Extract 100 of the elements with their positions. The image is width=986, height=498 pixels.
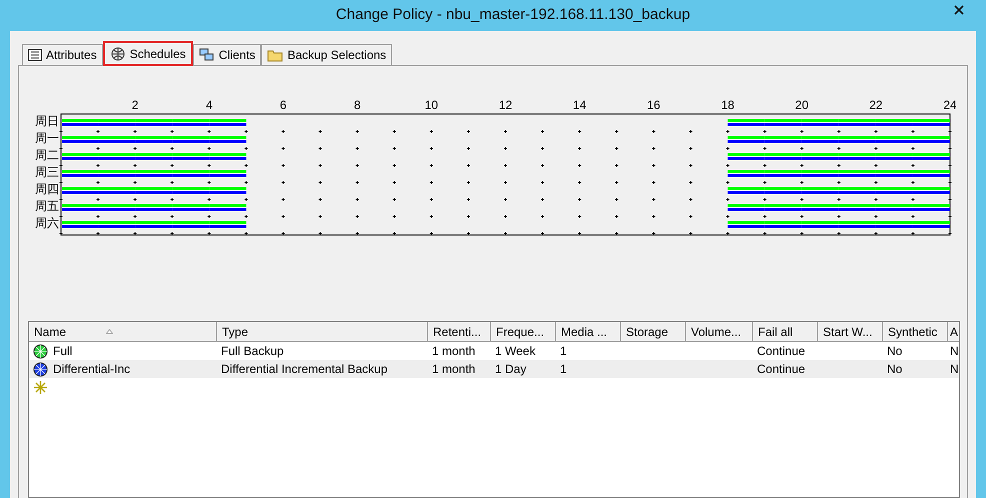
schedule-window-segment[interactable] — [728, 170, 765, 177]
column-header[interactable]: Volume... — [686, 322, 753, 341]
schedule-window-segment[interactable] — [838, 119, 876, 126]
schedule-window-segment[interactable] — [135, 204, 172, 211]
column-header[interactable]: Media ... — [556, 322, 621, 341]
column-header[interactable]: Synthetic — [883, 322, 948, 341]
schedule-window-segment[interactable] — [728, 204, 765, 211]
tab[interactable]: Schedules — [102, 41, 193, 66]
schedule-window-segment[interactable] — [62, 170, 98, 177]
schedule-window-segment[interactable] — [62, 204, 98, 211]
schedule-window-segment[interactable] — [876, 119, 913, 126]
schedule-window-segment[interactable] — [98, 221, 136, 228]
column-header[interactable]: Fail all — [753, 322, 818, 341]
schedule-window-segment[interactable] — [802, 153, 839, 160]
schedule-window-segment[interactable] — [764, 187, 802, 194]
schedule-window-segment[interactable] — [876, 204, 913, 211]
schedule-window-segment[interactable] — [98, 136, 136, 143]
schedule-window-segment[interactable] — [209, 119, 246, 126]
hour-tick — [910, 146, 915, 150]
schedule-window-segment[interactable] — [764, 136, 802, 143]
schedule-window-segment[interactable] — [802, 170, 839, 177]
schedule-window-segment[interactable] — [98, 204, 136, 211]
schedule-window-segment[interactable] — [802, 119, 839, 126]
schedule-window-segment[interactable] — [728, 187, 765, 194]
schedule-window-segment[interactable] — [172, 170, 210, 177]
tab[interactable]: Backup Selections — [261, 44, 392, 65]
schedule-window-segment[interactable] — [838, 136, 876, 143]
schedule-window-segment[interactable] — [209, 153, 246, 160]
schedule-window-segment[interactable] — [209, 187, 246, 194]
schedule-window-segment[interactable] — [98, 119, 136, 126]
schedule-window-segment[interactable] — [802, 187, 839, 194]
schedule-window-segment[interactable] — [912, 119, 950, 126]
schedule-window-segment[interactable] — [838, 187, 876, 194]
schedule-window-segment[interactable] — [209, 221, 246, 228]
schedule-window-segment[interactable] — [876, 153, 913, 160]
column-header[interactable]: Retenti... — [428, 322, 491, 341]
column-header[interactable]: Name — [29, 322, 217, 341]
schedule-window-segment[interactable] — [728, 136, 765, 143]
table-cell-text: 1 month — [432, 343, 476, 360]
schedule-window-segment[interactable] — [98, 187, 136, 194]
schedule-window-segment[interactable] — [876, 136, 913, 143]
schedule-window-segment[interactable] — [98, 170, 136, 177]
schedule-window-segment[interactable] — [62, 136, 98, 143]
column-header[interactable]: Start W... — [818, 322, 883, 341]
schedule-window-segment[interactable] — [838, 153, 876, 160]
table-cell-text: Differential-Inc — [53, 361, 130, 378]
schedule-window-segment[interactable] — [764, 170, 802, 177]
schedule-window-segment[interactable] — [802, 221, 839, 228]
day-label: 周四 — [35, 182, 59, 196]
schedule-window-segment[interactable] — [172, 136, 210, 143]
schedule-window-segment[interactable] — [838, 170, 876, 177]
schedule-window-segment[interactable] — [135, 170, 172, 177]
schedule-window-segment[interactable] — [838, 221, 876, 228]
column-header[interactable]: Storage — [621, 322, 686, 341]
column-header[interactable]: Type — [217, 322, 428, 341]
schedule-window-segment[interactable] — [802, 204, 839, 211]
schedule-window-segment[interactable] — [98, 153, 136, 160]
schedule-window-segment[interactable] — [728, 221, 765, 228]
hour-tick — [96, 130, 100, 134]
schedule-window-segment[interactable] — [802, 136, 839, 143]
schedule-window-segment[interactable] — [209, 170, 246, 177]
schedule-window-segment[interactable] — [876, 187, 913, 194]
column-header[interactable]: A — [948, 322, 959, 341]
schedule-window-segment[interactable] — [876, 221, 913, 228]
schedule-window-segment[interactable] — [172, 119, 210, 126]
schedule-window-segment[interactable] — [912, 153, 950, 160]
tab[interactable]: Attributes — [22, 44, 103, 65]
schedule-window-segment[interactable] — [764, 221, 802, 228]
schedule-window-segment[interactable] — [62, 221, 98, 228]
schedule-window-segment[interactable] — [912, 187, 950, 194]
schedule-window-segment[interactable] — [764, 119, 802, 126]
schedule-window-segment[interactable] — [135, 221, 172, 228]
schedule-window-segment[interactable] — [912, 204, 950, 211]
schedule-window-segment[interactable] — [172, 204, 210, 211]
tab[interactable]: Clients — [192, 44, 262, 65]
schedule-window-segment[interactable] — [728, 153, 765, 160]
schedule-window-segment[interactable] — [135, 119, 172, 126]
column-header[interactable]: Freque... — [491, 322, 556, 341]
hour-tick — [762, 164, 767, 168]
schedule-window-segment[interactable] — [912, 221, 950, 228]
schedule-window-segment[interactable] — [135, 136, 172, 143]
schedule-window-segment[interactable] — [172, 187, 210, 194]
schedule-window-segment[interactable] — [172, 153, 210, 160]
hour-label: 12 — [498, 98, 512, 112]
schedule-window-segment[interactable] — [838, 204, 876, 211]
schedule-window-segment[interactable] — [912, 170, 950, 177]
schedule-window-segment[interactable] — [135, 187, 172, 194]
schedule-window-segment[interactable] — [135, 153, 172, 160]
schedule-window-segment[interactable] — [764, 153, 802, 160]
schedule-window-segment[interactable] — [62, 187, 98, 194]
schedule-window-segment[interactable] — [209, 204, 246, 211]
schedule-window-segment[interactable] — [912, 136, 950, 143]
schedule-window-segment[interactable] — [62, 153, 98, 160]
schedule-window-segment[interactable] — [172, 221, 210, 228]
schedule-window-segment[interactable] — [62, 119, 98, 126]
schedule-window-segment[interactable] — [764, 204, 802, 211]
schedule-window-segment[interactable] — [209, 136, 246, 143]
day-label: 周六 — [35, 216, 59, 230]
schedule-window-segment[interactable] — [728, 119, 765, 126]
schedule-window-segment[interactable] — [876, 170, 913, 177]
